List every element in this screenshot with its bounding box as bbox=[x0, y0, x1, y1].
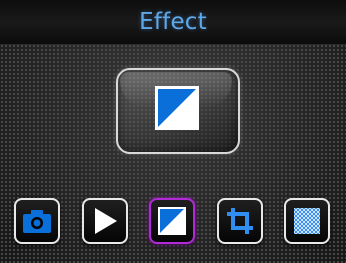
effect-button[interactable] bbox=[149, 198, 195, 244]
crop-icon bbox=[227, 208, 253, 234]
mosaic-icon bbox=[294, 208, 320, 234]
page-title: Effect bbox=[139, 9, 207, 35]
play-icon bbox=[95, 208, 117, 234]
play-button[interactable] bbox=[82, 198, 128, 244]
effect-preview-panel bbox=[116, 68, 240, 154]
mosaic-button[interactable] bbox=[284, 198, 330, 244]
camera-icon bbox=[23, 210, 51, 233]
crop-button[interactable] bbox=[217, 198, 263, 244]
effect-screen: Effect bbox=[0, 0, 346, 263]
camera-button[interactable] bbox=[14, 198, 60, 244]
effect-icon bbox=[158, 207, 186, 235]
mode-toolbar bbox=[0, 190, 346, 246]
effect-icon bbox=[155, 86, 199, 130]
title-bar: Effect bbox=[0, 0, 346, 45]
